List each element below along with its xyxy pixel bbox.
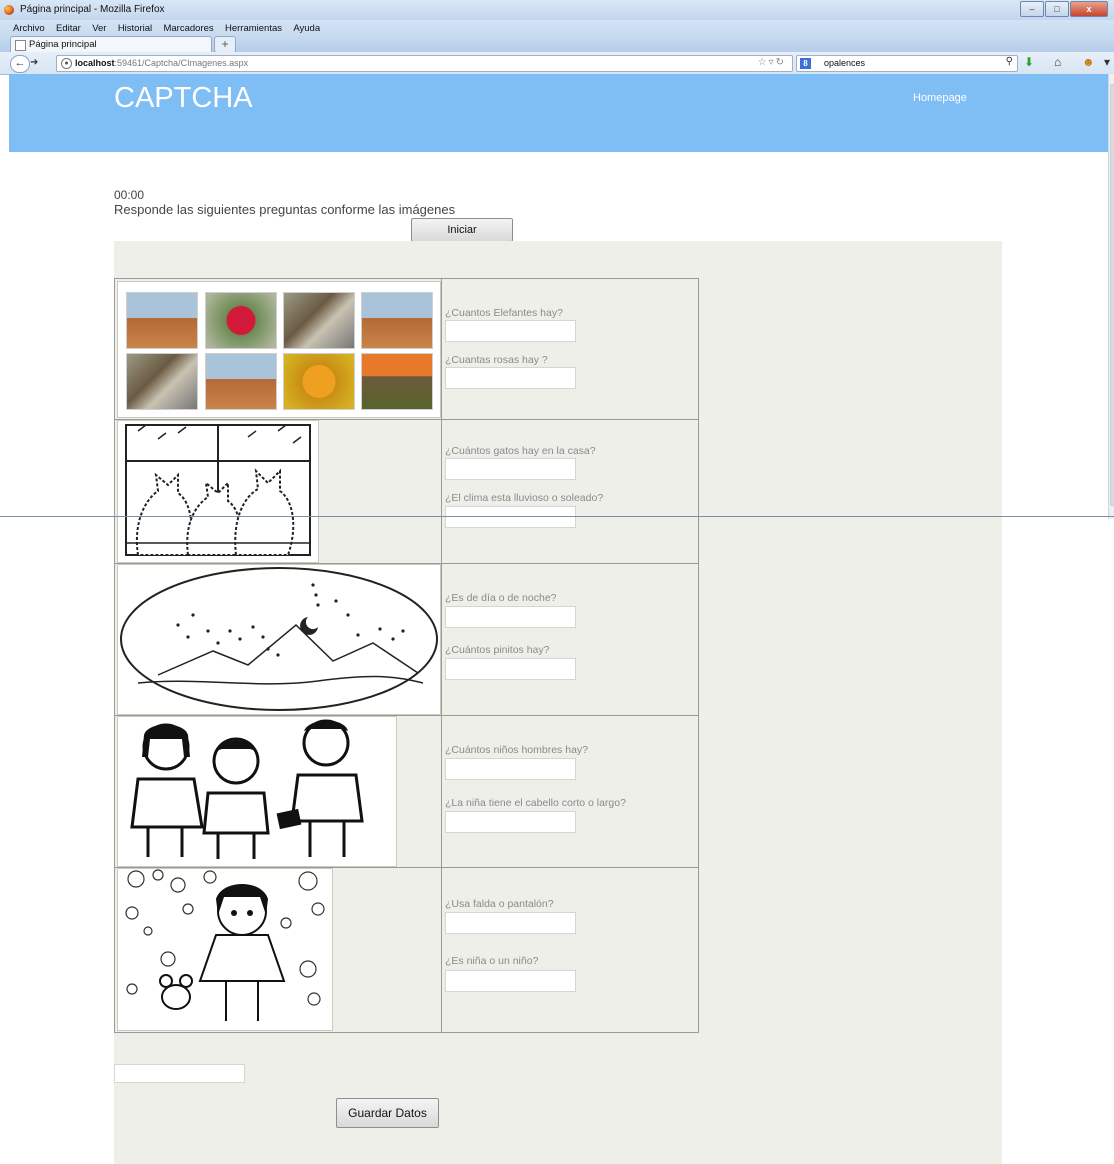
home-icon[interactable]: ⌂ xyxy=(1054,55,1061,69)
tab-label: Página principal xyxy=(29,39,97,50)
result-field[interactable] xyxy=(114,1064,245,1083)
question-row-2: ¿Cuántos gatos hay en la casa? ¿El clima… xyxy=(115,419,698,564)
question-label: ¿Es niña o un niño? xyxy=(445,955,539,967)
answer-input[interactable] xyxy=(445,970,576,992)
globe-icon: ● xyxy=(61,58,72,69)
window-title: Página principal - Mozilla Firefox xyxy=(20,4,165,15)
question-row-3: ¿Es de día o de noche? ¿Cuántos pinitos … xyxy=(115,563,698,716)
google-icon[interactable]: 8 xyxy=(800,58,811,69)
page-scrollbar[interactable] xyxy=(1108,74,1114,519)
close-icon[interactable]: x xyxy=(1070,1,1108,17)
question-cell-2: ¿Cuántos gatos hay en la casa? ¿El clima… xyxy=(443,419,697,563)
window-controls: – □ x xyxy=(1019,1,1108,17)
firefox-logo-icon xyxy=(4,5,14,15)
answer-input[interactable] xyxy=(445,458,576,480)
question-row-1: ¿Cuantos Elefantes hay? ¿Cuantas rosas h… xyxy=(115,279,698,420)
answer-input[interactable] xyxy=(445,506,576,528)
instructions-text: Responde las siguientes preguntas confor… xyxy=(114,202,456,217)
reload-icon[interactable]: ↻ xyxy=(776,57,786,68)
bookmark-star-icon[interactable]: ☆ xyxy=(758,57,769,68)
site-header: CAPTCHA Homepage xyxy=(9,74,1108,152)
tab-pagina-principal[interactable]: Página principal xyxy=(10,36,212,53)
page-favicon-icon xyxy=(15,40,26,51)
minimize-icon[interactable]: – xyxy=(1020,1,1044,17)
download-icon[interactable]: ⬇ xyxy=(1024,55,1034,69)
menu-bar: Archivo Editar Ver Historial Marcadores … xyxy=(0,20,1114,34)
new-tab-button[interactable]: + xyxy=(214,36,236,53)
question-table: ¿Cuantos Elefantes hay? ¿Cuantas rosas h… xyxy=(114,278,699,1033)
url-bar[interactable]: ● localhost:59461/Captcha/CImagenes.aspx… xyxy=(56,55,793,72)
question-cell-4: ¿Cuántos niños hombres hay? ¿La niña tie… xyxy=(443,715,697,867)
history-arrows: ← ➜ xyxy=(10,55,54,73)
question-row-4: ¿Cuántos niños hombres hay? ¿La niña tie… xyxy=(115,715,698,868)
search-bar[interactable]: 8 opalences ⚲ xyxy=(796,55,1018,72)
girl-bubbles-illustration xyxy=(125,869,325,1021)
rose-photo xyxy=(205,292,277,349)
screenshot-seam xyxy=(0,516,1114,517)
question-cell-3: ¿Es de día o de noche? ¿Cuántos pinitos … xyxy=(443,563,697,715)
question-label: ¿Cuántos gatos hay en la casa? xyxy=(445,445,596,457)
menu-overflow-icon[interactable]: ▾ xyxy=(1104,55,1110,69)
sparrow-photo xyxy=(283,292,355,349)
maximize-icon[interactable]: □ xyxy=(1045,1,1069,17)
question-label: ¿Cuantos Elefantes hay? xyxy=(445,307,563,319)
image-cell-3 xyxy=(115,563,442,715)
search-icon[interactable]: ⚲ xyxy=(1006,56,1013,67)
window-titlebar: Página principal - Mozilla Firefox – □ x xyxy=(0,0,1114,20)
url-actions: ☆▿↻ xyxy=(758,57,786,68)
scrollbar-thumb[interactable] xyxy=(1110,84,1114,506)
url-host: localhost xyxy=(75,58,115,68)
answer-input[interactable] xyxy=(445,658,576,680)
answer-input[interactable] xyxy=(445,811,576,833)
question-label: ¿Cuántos niños hombres hay? xyxy=(445,744,588,756)
toolbar-icons: ⬇ ⌂ ☻ ▾ xyxy=(1024,55,1114,71)
children-illustration xyxy=(130,719,364,859)
girl-bubbles-drawing xyxy=(117,868,333,1031)
elephant-photo xyxy=(361,292,433,349)
answer-input[interactable] xyxy=(445,912,576,934)
elephant-photo xyxy=(126,292,198,349)
answer-input[interactable] xyxy=(445,320,576,342)
starfish-photo xyxy=(283,353,355,410)
night-landscape-drawing xyxy=(117,564,441,715)
sparrow-photo xyxy=(126,353,198,410)
question-label: ¿Cuántos pinitos hay? xyxy=(445,644,550,656)
site-logo[interactable]: CAPTCHA xyxy=(114,82,253,115)
search-text: opalences xyxy=(824,58,866,68)
image-cell-4 xyxy=(115,715,442,867)
url-text: localhost:59461/Captcha/CImagenes.aspx xyxy=(75,58,248,68)
tab-bar: Página principal + xyxy=(0,34,1114,53)
elephant-sunset-photo xyxy=(361,353,433,410)
night-landscape-illustration xyxy=(120,567,438,711)
timer: 00:00 xyxy=(114,188,145,202)
answer-input[interactable] xyxy=(445,367,576,389)
children-drawing xyxy=(117,716,397,867)
elephant-photo xyxy=(205,353,277,410)
question-label: ¿Usa falda o pantalón? xyxy=(445,898,554,910)
answer-input[interactable] xyxy=(445,606,576,628)
url-path: :59461/Captcha/CImagenes.aspx xyxy=(114,58,249,68)
start-button[interactable]: Iniciar xyxy=(411,218,513,242)
image-cell-5 xyxy=(115,867,442,1032)
question-label: ¿Es de día o de noche? xyxy=(445,592,557,604)
cats-window-drawing xyxy=(117,420,319,563)
image-cell-1 xyxy=(115,279,442,419)
question-cell-5: ¿Usa falda o pantalón? ¿Es niña o un niñ… xyxy=(443,867,697,1032)
question-label: ¿La niña tiene el cabello corto o largo? xyxy=(445,797,626,809)
question-row-5: ¿Usa falda o pantalón? ¿Es niña o un niñ… xyxy=(115,867,698,1032)
cats-window-illustration xyxy=(125,424,311,556)
navigation-bar: ← ➜ ● localhost:59461/Captcha/CImagenes.… xyxy=(0,52,1114,75)
back-icon[interactable]: ← xyxy=(10,55,30,73)
addon-icon[interactable]: ☻ xyxy=(1082,55,1095,69)
question-cell-1: ¿Cuantos Elefantes hay? ¿Cuantas rosas h… xyxy=(443,279,697,419)
answer-input[interactable] xyxy=(445,758,576,780)
save-data-button[interactable]: Guardar Datos xyxy=(336,1098,439,1128)
forward-icon[interactable]: ➜ xyxy=(30,57,38,68)
homepage-link[interactable]: Homepage xyxy=(913,92,967,104)
question-label: ¿El clima esta lluvioso o soleado? xyxy=(445,492,604,504)
dropdown-arrow-icon[interactable]: ▿ xyxy=(769,57,776,68)
image-cell-2 xyxy=(115,419,442,563)
photo-grid xyxy=(117,281,441,418)
question-label: ¿Cuantas rosas hay ? xyxy=(445,354,548,366)
